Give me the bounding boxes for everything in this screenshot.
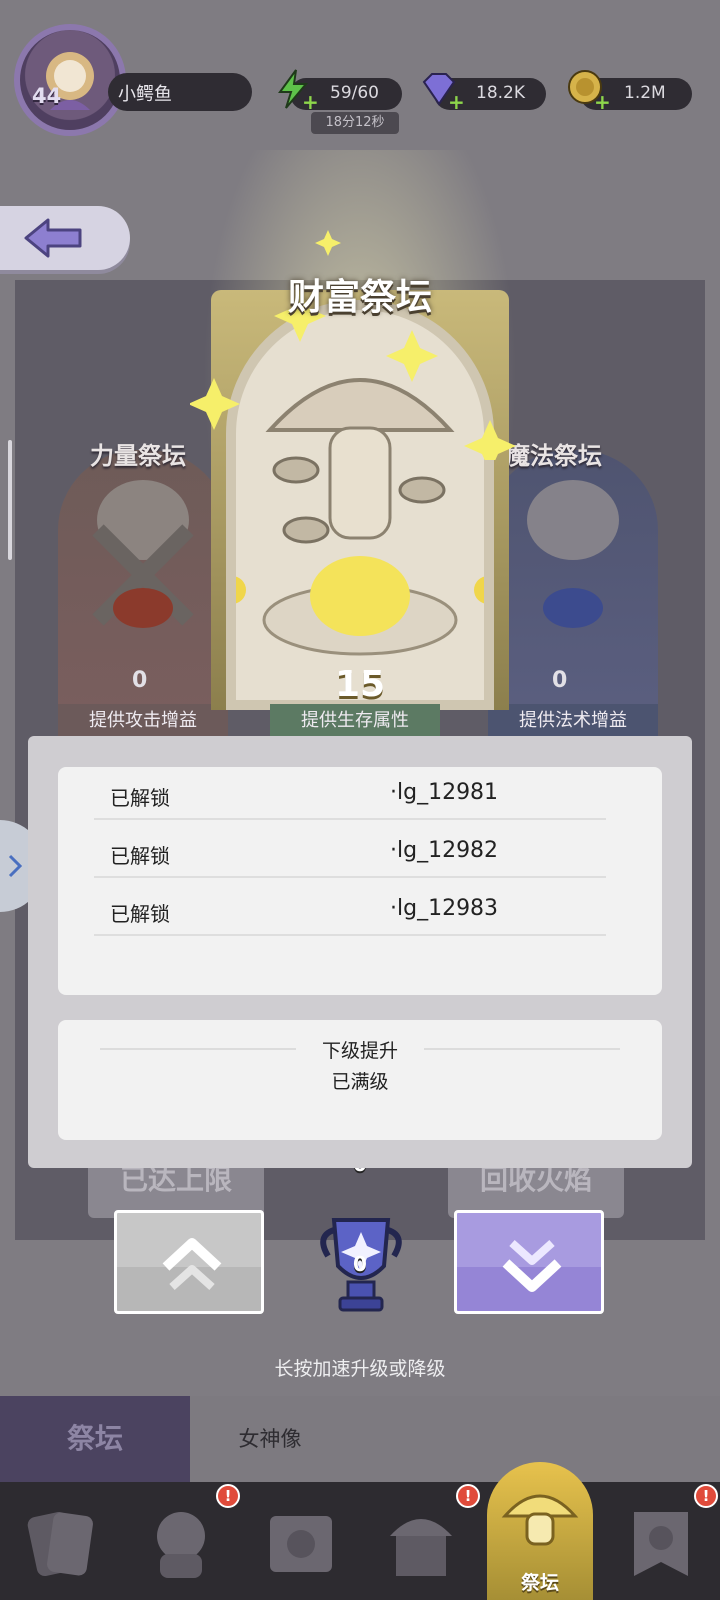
power-altar-title: 力量祭坛 bbox=[90, 442, 186, 470]
back-button[interactable] bbox=[0, 206, 130, 270]
double-chevron-up-icon bbox=[162, 1238, 222, 1290]
banner-badge: ! bbox=[694, 1484, 718, 1508]
heroes-icon[interactable] bbox=[136, 1496, 226, 1592]
cards-icon[interactable] bbox=[16, 1496, 106, 1592]
shop-icon[interactable] bbox=[376, 1496, 466, 1592]
sparkle-stars-icon bbox=[190, 230, 516, 460]
back-arrow-icon bbox=[24, 218, 82, 258]
double-chevron-down-icon bbox=[502, 1240, 562, 1292]
gems-plus-icon[interactable]: + bbox=[448, 90, 465, 114]
altar-mushroom-icon bbox=[501, 1494, 579, 1546]
bottom-nav bbox=[0, 1482, 720, 1600]
level-up-button[interactable] bbox=[114, 1210, 264, 1314]
unlock-item: ·lg_12983 bbox=[390, 896, 499, 921]
scroll-indicator bbox=[8, 440, 12, 560]
unlock-status: 已解锁 bbox=[110, 786, 170, 810]
magic-altar-count: 0 bbox=[552, 668, 568, 693]
shop-badge: ! bbox=[456, 1484, 480, 1508]
player-name: 小鳄鱼 bbox=[118, 84, 172, 105]
unlock-row: 已解锁 ·lg_12981 bbox=[94, 768, 606, 820]
next-level-value: 已满级 bbox=[331, 1071, 389, 1093]
unlock-row: 已解锁 ·lg_12982 bbox=[94, 826, 606, 878]
nav-altar-label: 祭坛 bbox=[520, 1572, 559, 1594]
hold-hint-text: 长按加速升级或降级 bbox=[274, 1358, 446, 1380]
energy-value: 59/60 bbox=[330, 83, 379, 103]
wealth-altar-level: 15 bbox=[334, 664, 386, 705]
heroes-badge: ! bbox=[216, 1484, 240, 1508]
banner-icon[interactable] bbox=[616, 1496, 706, 1592]
unlock-item: ·lg_12981 bbox=[390, 780, 499, 805]
trophy-count: 0 bbox=[353, 1252, 367, 1276]
power-altar-count: 0 bbox=[132, 668, 148, 693]
tab-altar[interactable]: 祭坛 bbox=[0, 1396, 190, 1482]
wealth-altar-desc: 提供生存属性 bbox=[270, 704, 440, 738]
gems-value: 18.2K bbox=[476, 83, 525, 103]
energy-plus-icon[interactable]: + bbox=[302, 90, 319, 114]
map-icon[interactable] bbox=[256, 1496, 346, 1592]
level-down-button[interactable] bbox=[454, 1210, 604, 1314]
wealth-altar-title: 财富祭坛 bbox=[287, 277, 432, 318]
unlock-row: 已解锁 ·lg_12983 bbox=[94, 884, 606, 936]
unlock-status: 已解锁 bbox=[110, 844, 170, 868]
unlock-status: 已解锁 bbox=[110, 902, 170, 926]
player-level: 44 bbox=[32, 84, 62, 108]
player-avatar[interactable] bbox=[14, 24, 126, 136]
coins-value: 1.2M bbox=[624, 83, 666, 103]
avatar-portrait-icon bbox=[46, 52, 94, 110]
coins-plus-icon[interactable]: + bbox=[594, 90, 611, 114]
tab-goddess-statue[interactable]: 女神像 bbox=[190, 1396, 350, 1482]
energy-timer: 18分12秒 bbox=[311, 112, 399, 134]
unlock-item: ·lg_12982 bbox=[390, 838, 499, 863]
next-level-title: 下级提升 bbox=[321, 1040, 398, 1062]
